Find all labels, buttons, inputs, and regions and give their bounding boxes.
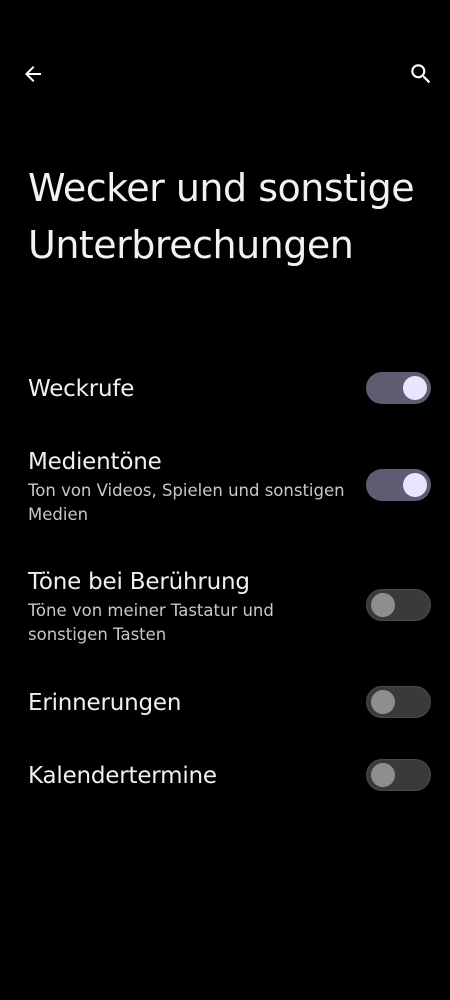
search-button[interactable] [397, 50, 445, 98]
toggle-thumb [403, 376, 427, 400]
kalendertermine-toggle[interactable] [366, 759, 431, 791]
setting-summary: Ton von Videos, Spielen und sonstigen Me… [28, 481, 345, 524]
arrow-back-icon [25, 66, 41, 82]
back-button[interactable] [9, 50, 57, 98]
setting-title: Weckrufe [28, 376, 135, 402]
setting-text: Erinnerungen [28, 688, 348, 718]
setting-title: Medientöne [28, 449, 162, 475]
medientoene-toggle[interactable] [366, 469, 431, 501]
weckrufe-toggle[interactable] [366, 372, 431, 404]
setting-row-weckrufe[interactable]: Weckrufe [0, 372, 450, 412]
setting-row-toene-bei-beruehrung[interactable]: Töne bei Berührung Töne von meiner Tasta… [0, 567, 450, 647]
setting-text: Kalendertermine [28, 761, 348, 791]
setting-title: Töne bei Berührung [28, 569, 250, 595]
setting-text: Medientöne Ton von Videos, Spielen und s… [28, 447, 348, 527]
setting-text: Töne bei Berührung Töne von meiner Tasta… [28, 567, 348, 647]
erinnerungen-toggle[interactable] [366, 686, 431, 718]
setting-summary: Töne von meiner Tastatur und sonstigen T… [28, 601, 274, 644]
page-title: Wecker und sonstige Unterbrechungen [28, 166, 415, 267]
toggle-thumb [371, 763, 395, 787]
setting-row-kalendertermine[interactable]: Kalendertermine [0, 759, 450, 799]
setting-text: Weckrufe [28, 374, 348, 404]
setting-row-medientoene[interactable]: Medientöne Ton von Videos, Spielen und s… [0, 447, 450, 527]
toggle-thumb [371, 690, 395, 714]
setting-title: Kalendertermine [28, 763, 217, 789]
toggle-thumb [371, 593, 395, 617]
toene-bei-beruehrung-toggle[interactable] [366, 589, 431, 621]
setting-title: Erinnerungen [28, 690, 182, 716]
search-icon [411, 64, 431, 84]
setting-row-erinnerungen[interactable]: Erinnerungen [0, 686, 450, 726]
toggle-thumb [403, 473, 427, 497]
app-bar [0, 50, 450, 98]
